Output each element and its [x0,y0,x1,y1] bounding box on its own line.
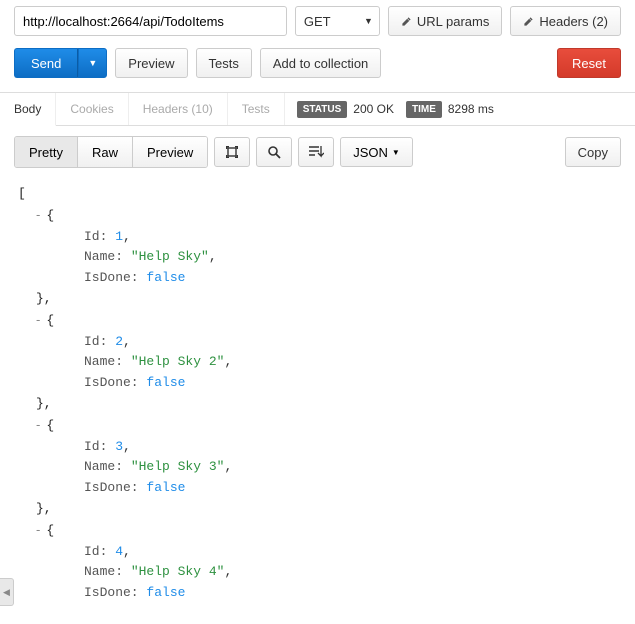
response-body: [ -{Id: 1,Name: "Help Sky",IsDone: false… [0,174,635,624]
request-headers-button[interactable]: Headers (2) [510,6,621,36]
caret-down-icon: ▼ [88,58,97,68]
copy-response-button[interactable]: Copy [565,137,621,167]
send-button[interactable]: Send [14,48,78,78]
search-response-button[interactable] [256,137,292,167]
reset-button[interactable]: Reset [557,48,621,78]
view-preview-button[interactable]: Preview [133,137,207,167]
edit-icon [401,16,412,27]
json-object: -{Id: 4,Name: "Help Sky 4",IsDone: false [18,520,617,604]
wrap-icon [308,145,324,159]
status-label-badge: STATUS [297,101,348,118]
http-method-value: GET [304,14,331,29]
response-format-label: JSON [353,145,388,160]
caret-down-icon: ▼ [392,148,400,157]
collapse-toggle[interactable]: - [36,312,40,327]
response-format-select[interactable]: JSON ▼ [340,137,413,167]
add-to-collection-button[interactable]: Add to collection [260,48,381,78]
time-value: 8298 ms [448,102,494,116]
view-mode-group: Pretty Raw Preview [14,136,208,168]
url-params-label: URL params [417,14,489,29]
chevron-left-icon: ◀ [3,587,10,598]
collapse-toggle[interactable]: - [36,522,40,537]
tests-button[interactable]: Tests [196,48,252,78]
fullscreen-icon [225,145,239,159]
tab-response-headers[interactable]: Headers (10) [129,93,228,125]
tab-body[interactable]: Body [0,93,56,126]
tab-cookies[interactable]: Cookies [56,93,128,125]
collapse-toggle[interactable]: - [36,207,40,222]
send-dropdown-button[interactable]: ▼ [78,48,107,78]
tab-response-tests[interactable]: Tests [228,93,285,125]
view-raw-button[interactable]: Raw [78,137,133,167]
status-code: 200 OK [353,102,394,116]
edit-icon [523,16,534,27]
time-label-badge: TIME [406,101,442,118]
json-open-array: [ [18,184,617,205]
sidebar-handle[interactable]: ◀ [0,578,14,606]
request-headers-label: Headers (2) [539,14,608,29]
json-object: -{Id: 2,Name: "Help Sky 2",IsDone: false… [18,310,617,415]
search-icon [267,145,281,159]
wrap-lines-button[interactable] [298,137,334,167]
json-object: -{Id: 3,Name: "Help Sky 3",IsDone: false… [18,415,617,520]
preview-button[interactable]: Preview [115,48,187,78]
url-params-button[interactable]: URL params [388,6,502,36]
json-object: -{Id: 1,Name: "Help Sky",IsDone: false}, [18,205,617,310]
url-input[interactable] [14,6,287,36]
collapse-toggle[interactable]: - [36,417,40,432]
fullscreen-button[interactable] [214,137,250,167]
http-method-select[interactable]: GET [295,6,380,36]
view-pretty-button[interactable]: Pretty [15,137,78,167]
